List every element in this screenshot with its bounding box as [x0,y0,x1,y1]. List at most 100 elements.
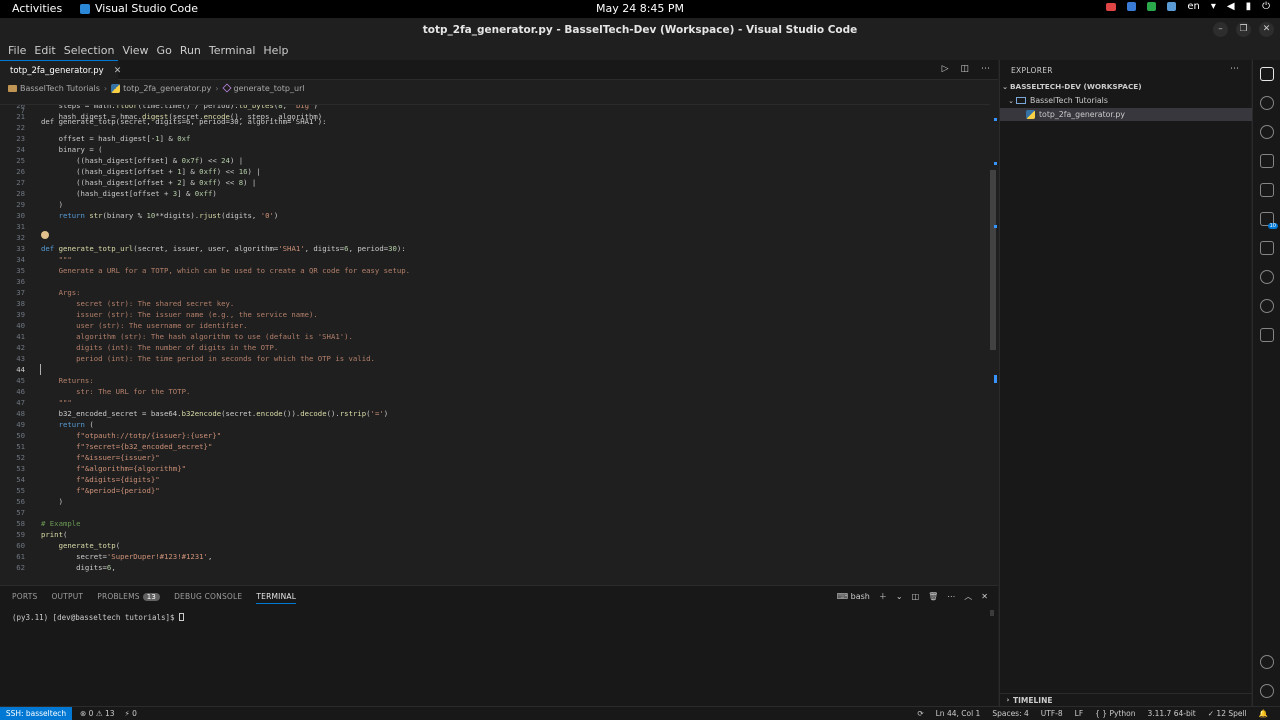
terminal-scrollbar[interactable] [990,610,994,616]
code-line[interactable]: 52 f"&issuer={issuer}" [0,452,990,463]
code-line[interactable]: 60 generate_totp( [0,540,990,551]
cursor-position[interactable]: Ln 44, Col 1 [936,709,981,718]
code-line[interactable]: 25 ((hash_digest[offset] & 0x7f) << 24) … [0,155,990,166]
power-icon[interactable]: ⏻ [1262,1,1270,12]
code-line[interactable]: 53 f"&algorithm={algorithm}" [0,463,990,474]
workspace-root[interactable]: ⌄ BASSELTECH-DEV (WORKSPACE) [1000,80,1252,93]
lightbulb-icon[interactable] [41,231,49,239]
code-line[interactable]: 47 """ [0,397,990,408]
menu-run[interactable]: Run [176,42,205,60]
code-line[interactable]: 55 f"&period={period}" [0,485,990,496]
search-icon[interactable] [1260,96,1274,110]
testing-icon[interactable] [1260,241,1274,255]
python-interpreter[interactable]: 3.11.7 64-bit [1147,709,1195,718]
code-editor[interactable]: 7 def generate_totp(secret, digits=6, pe… [0,94,998,584]
code-line[interactable]: 32 [0,232,990,243]
problems-status[interactable]: ⊗ 0 ⚠ 13 [80,709,115,718]
split-editor-icon[interactable]: ◫ [960,64,969,74]
code-line[interactable]: 41 algorithm (str): The hash algorithm t… [0,331,990,342]
code-line[interactable]: 35 Generate a URL for a TOTP, which can … [0,265,990,276]
code-line[interactable]: 39 issuer (str): The issuer name (e.g., … [0,309,990,320]
tab-terminal[interactable]: TERMINAL [256,592,297,604]
extensions-icon[interactable]: 10 [1260,212,1278,229]
remote-indicator[interactable]: SSH: basseltech [0,707,72,720]
activities-button[interactable]: Activities [12,2,62,15]
code-line[interactable]: 30 return str(binary % 10**digits).rjust… [0,210,990,221]
ports-status[interactable]: ⚡ 0 [125,709,137,718]
indentation[interactable]: Spaces: 4 [992,709,1028,718]
run-debug-icon[interactable] [1260,154,1274,168]
breadcrumb-symbol[interactable]: generate_totp_url [221,83,305,93]
code-line[interactable]: 31 [0,221,990,232]
app-menu[interactable]: Visual Studio Code [80,2,198,15]
code-line[interactable]: 26 ((hash_digest[offset + 1] & 0xff) << … [0,166,990,177]
scrollbar-thumb[interactable] [990,170,996,350]
menu-selection[interactable]: Selection [60,42,119,60]
code-line[interactable]: 37 Args: [0,287,990,298]
notes-icon[interactable] [1127,2,1137,11]
run-file-icon[interactable]: ▷ [942,64,949,74]
code-line[interactable]: 28 (hash_digest[offset + 3] & 0xff) [0,188,990,199]
language-indicator[interactable]: en [1187,1,1200,12]
code-line[interactable]: 50 f"otpauth://totp/{issuer}:{user}" [0,430,990,441]
code-line[interactable]: 59 print( [0,529,990,540]
code-line[interactable]: 23 offset = hash_digest[-1] & 0xf [0,133,990,144]
code-line[interactable]: 62 digits=6, [0,562,990,573]
code-line[interactable]: 46 str: The URL for the TOTP. [0,386,990,397]
split-terminal-icon[interactable]: ◫ [912,592,920,601]
lightning-icon[interactable] [1260,299,1274,313]
tab-debug-console[interactable]: DEBUG CONSOLE [174,592,242,604]
terminal-dropdown-icon[interactable]: ⌄ [896,592,903,601]
code-line[interactable]: 36 [0,276,990,287]
code-line[interactable]: 29 ) [0,199,990,210]
code-line[interactable]: 24 binary = ( [0,144,990,155]
folders-icon[interactable] [1260,328,1274,342]
maximize-panel-icon[interactable]: ︿ [964,591,972,602]
breadcrumb-folder[interactable]: BasselTech Tutorials [8,84,100,93]
screen-record-icon[interactable] [1106,2,1117,11]
spell-checker[interactable]: ✓ 12 Spell [1208,709,1247,718]
editor-tab[interactable]: totp_2fa_generator.py ✕ [0,60,121,80]
code-line[interactable]: 48 b32_encoded_secret = base64.b32encode… [0,408,990,419]
end-of-line[interactable]: LF [1075,709,1084,718]
minimize-button[interactable]: – [1213,22,1228,37]
timer-icon[interactable] [1260,270,1274,284]
new-terminal-icon[interactable]: ＋ [879,591,887,602]
encoding[interactable]: UTF-8 [1041,709,1063,718]
code-line[interactable]: 51 f"?secret={b32_encoded_secret}" [0,441,990,452]
source-control-icon[interactable] [1260,125,1274,139]
tray-app-icon[interactable] [1167,2,1177,11]
more-actions-icon[interactable]: ⋯ [947,592,955,601]
language-mode[interactable]: { } Python [1095,709,1135,718]
code-line[interactable]: 54 f"&digits={digits}" [0,474,990,485]
sticky-scroll-line[interactable]: 7 def generate_totp(secret, digits=6, pe… [0,94,990,126]
code-line[interactable]: 33 def generate_totp_url(secret, issuer, … [0,243,990,254]
remote-explorer-icon[interactable] [1260,183,1274,197]
explorer-icon[interactable] [1260,67,1274,81]
menu-terminal[interactable]: Terminal [205,42,260,60]
code-line[interactable]: 61 secret='SuperDuper!#123!#1231', [0,551,990,562]
volume-icon[interactable]: ◀ [1227,1,1235,12]
tab-output[interactable]: OUTPUT [51,592,83,604]
tab-problems[interactable]: PROBLEMS 13 [97,592,161,604]
menu-help[interactable]: Help [259,42,292,60]
more-actions-icon[interactable]: ⋯ [981,64,990,74]
close-window-button[interactable]: ✕ [1259,22,1274,37]
code-line[interactable]: 34 """ [0,254,990,265]
editor-scrollbar[interactable] [988,94,998,584]
close-tab-icon[interactable]: ✕ [114,66,122,76]
code-line[interactable]: 27 ((hash_digest[offset + 2] & 0xff) << … [0,177,990,188]
more-actions-icon[interactable]: ⋯ [1230,64,1239,74]
timeline-section[interactable]: › TIMELINE [1000,693,1252,706]
code-line[interactable]: 45 Returns: [0,375,990,386]
clock[interactable]: May 24 8:45 PM [596,2,684,15]
code-line[interactable]: 38 secret (str): The shared secret key. [0,298,990,309]
maximize-button[interactable]: ❐ [1236,22,1251,37]
notifications-icon[interactable]: 🔔 [1259,709,1268,718]
code-line[interactable]: 58 # Example [0,518,990,529]
terminal-output[interactable]: (py3.11) [dev@basseltech tutorials]$ [12,613,185,622]
wifi-icon[interactable]: ▾ [1211,1,1216,12]
chat-icon[interactable] [1147,2,1157,11]
terminal-shell-selector[interactable]: ⌨ bash [837,592,870,601]
code-line[interactable]: 49 return ( [0,419,990,430]
